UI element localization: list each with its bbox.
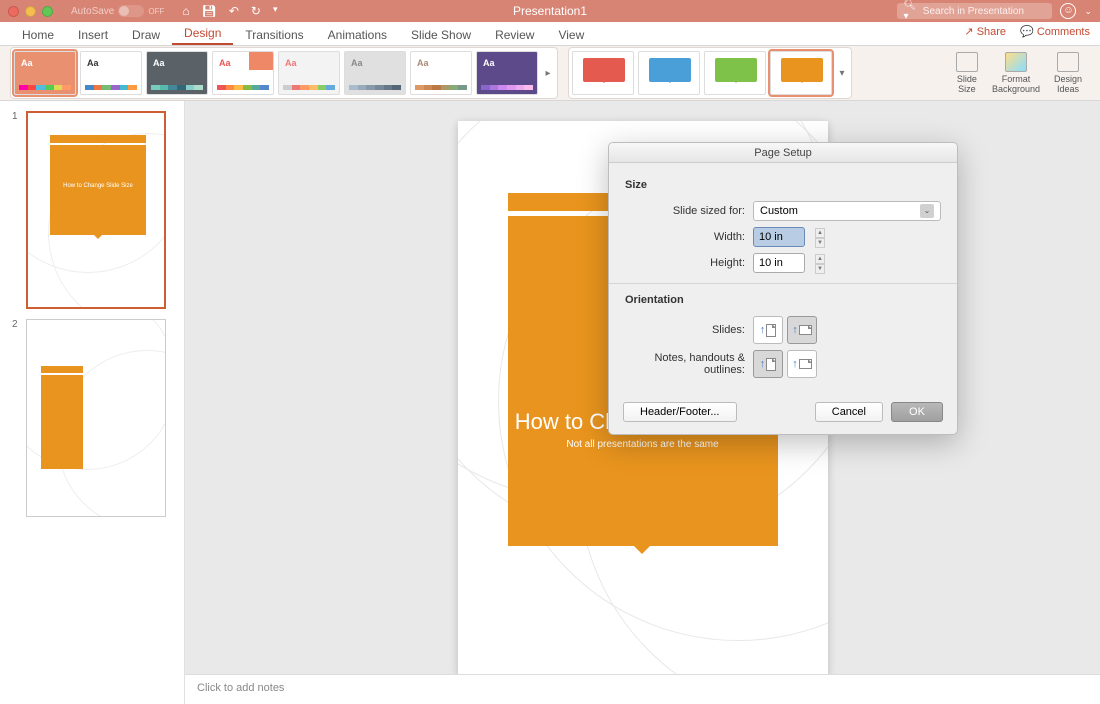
width-label: Width: bbox=[625, 231, 753, 243]
variant-2[interactable] bbox=[638, 51, 700, 95]
autosave-toggle[interactable] bbox=[118, 5, 144, 17]
design-ideas-button[interactable]: Design Ideas bbox=[1054, 52, 1082, 94]
variant-3[interactable] bbox=[704, 51, 766, 95]
tab-animations[interactable]: Animations bbox=[316, 24, 399, 45]
search-input[interactable] bbox=[923, 6, 1047, 17]
width-input[interactable] bbox=[753, 227, 805, 247]
home-icon[interactable]: ⌂ bbox=[182, 4, 189, 18]
theme-thumb-2[interactable]: Aa bbox=[80, 51, 142, 95]
chevron-down-icon: ⌄ bbox=[920, 204, 934, 218]
slide-number: 1 bbox=[12, 111, 20, 309]
tab-review[interactable]: Review bbox=[483, 24, 546, 45]
design-tools: Slide Size Format Background Design Idea… bbox=[948, 52, 1090, 94]
header-footer-button[interactable]: Header/Footer... bbox=[623, 402, 737, 422]
tab-design[interactable]: Design bbox=[172, 22, 233, 45]
redo-icon[interactable]: ↻ bbox=[251, 4, 261, 18]
page-portrait-icon bbox=[766, 358, 776, 371]
undo-icon[interactable]: ↶ bbox=[229, 4, 239, 18]
orientation-heading: Orientation bbox=[625, 294, 941, 306]
theme-thumb-7[interactable]: Aa bbox=[410, 51, 472, 95]
maximize-window-icon[interactable] bbox=[42, 6, 53, 17]
quick-access-toolbar: ⌂ 💾︎ ↶ ↻ ▾ bbox=[182, 4, 277, 18]
save-icon[interactable]: 💾︎ bbox=[202, 4, 217, 18]
slide-number: 2 bbox=[12, 319, 20, 517]
themes-more-icon[interactable]: ▸ bbox=[542, 68, 554, 79]
format-background-icon bbox=[1005, 52, 1027, 72]
variants-more-icon[interactable]: ▾ bbox=[836, 68, 848, 79]
slide-panel: 1 How to Change Slide Size 2 bbox=[0, 101, 185, 704]
ribbon-tabs: Home Insert Draw Design Transitions Anim… bbox=[0, 22, 1100, 46]
ribbon-design: Aa Aa Aa Aa Aa Aa Aa Aa bbox=[0, 46, 1100, 101]
theme-thumb-8[interactable]: Aa bbox=[476, 51, 538, 95]
height-stepper[interactable]: ▲▼ bbox=[815, 254, 825, 272]
page-setup-dialog: Page Setup Size Slide sized for: Custom … bbox=[608, 142, 958, 435]
theme-thumb-3[interactable]: Aa bbox=[146, 51, 208, 95]
tab-home[interactable]: Home bbox=[10, 24, 66, 45]
share-button[interactable]: ↗ Share bbox=[964, 25, 1006, 38]
height-label: Height: bbox=[625, 257, 753, 269]
ok-button[interactable]: OK bbox=[891, 402, 943, 422]
notes-orient-label: Notes, handouts & outlines: bbox=[625, 352, 753, 376]
sized-for-select[interactable]: Custom ⌄ bbox=[753, 201, 941, 221]
tab-insert[interactable]: Insert bbox=[66, 24, 120, 45]
slides-orient-label: Slides: bbox=[625, 324, 753, 336]
page-landscape-icon bbox=[799, 359, 812, 369]
cancel-button[interactable]: Cancel bbox=[815, 402, 883, 422]
close-window-icon[interactable] bbox=[8, 6, 19, 17]
design-ideas-icon bbox=[1057, 52, 1079, 72]
themes-gallery: Aa Aa Aa Aa Aa Aa Aa Aa bbox=[10, 47, 558, 99]
theme-thumb-4[interactable]: Aa bbox=[212, 51, 274, 95]
notes-portrait-button[interactable]: ↑ bbox=[753, 350, 783, 378]
autosave-state: OFF bbox=[148, 7, 164, 16]
slides-portrait-button[interactable]: ↑ bbox=[753, 316, 783, 344]
variants-gallery: ▾ bbox=[568, 47, 852, 99]
slide-thumbnail-2[interactable] bbox=[26, 319, 166, 517]
more-icon[interactable]: ▾ bbox=[273, 4, 278, 18]
tab-slideshow[interactable]: Slide Show bbox=[399, 24, 483, 45]
search-icon: 🔍︎▾ bbox=[903, 0, 918, 22]
comments-button[interactable]: 💬 Comments bbox=[1020, 25, 1090, 38]
theme-thumb-5[interactable]: Aa bbox=[278, 51, 340, 95]
slide-size-button[interactable]: Slide Size bbox=[956, 52, 978, 94]
variant-4[interactable] bbox=[770, 51, 832, 95]
titlebar: AutoSave OFF ⌂ 💾︎ ↶ ↻ ▾ Presentation1 🔍︎… bbox=[0, 0, 1100, 22]
slide-thumbnail-1[interactable]: How to Change Slide Size bbox=[26, 111, 166, 309]
slide-subtitle[interactable]: Not all presentations are the same bbox=[508, 439, 778, 450]
size-heading: Size bbox=[625, 179, 941, 191]
tab-draw[interactable]: Draw bbox=[120, 24, 172, 45]
sized-for-label: Slide sized for: bbox=[625, 205, 753, 217]
dialog-title: Page Setup bbox=[609, 143, 957, 163]
window-controls bbox=[8, 6, 53, 17]
theme-thumb-6[interactable]: Aa bbox=[344, 51, 406, 95]
search-box[interactable]: 🔍︎▾ bbox=[897, 3, 1052, 19]
tab-transitions[interactable]: Transitions bbox=[233, 24, 315, 45]
page-landscape-icon bbox=[799, 325, 812, 335]
document-title: Presentation1 bbox=[513, 4, 587, 18]
notes-pane[interactable]: Click to add notes bbox=[185, 674, 1100, 704]
format-background-button[interactable]: Format Background bbox=[992, 52, 1040, 94]
slides-landscape-button[interactable]: ↑ bbox=[787, 316, 817, 344]
user-account-icon[interactable]: ☺ bbox=[1060, 3, 1076, 19]
page-portrait-icon bbox=[766, 324, 776, 337]
autosave: AutoSave OFF bbox=[71, 5, 164, 17]
slide-size-icon bbox=[956, 52, 978, 72]
theme-thumb-1[interactable]: Aa bbox=[14, 51, 76, 95]
minimize-window-icon[interactable] bbox=[25, 6, 36, 17]
height-input[interactable] bbox=[753, 253, 805, 273]
autosave-label: AutoSave bbox=[71, 6, 114, 17]
variant-1[interactable] bbox=[572, 51, 634, 95]
tab-view[interactable]: View bbox=[546, 24, 596, 45]
width-stepper[interactable]: ▲▼ bbox=[815, 228, 825, 246]
notes-landscape-button[interactable]: ↑ bbox=[787, 350, 817, 378]
account-chevron-icon[interactable]: ⌄ bbox=[1084, 6, 1092, 17]
